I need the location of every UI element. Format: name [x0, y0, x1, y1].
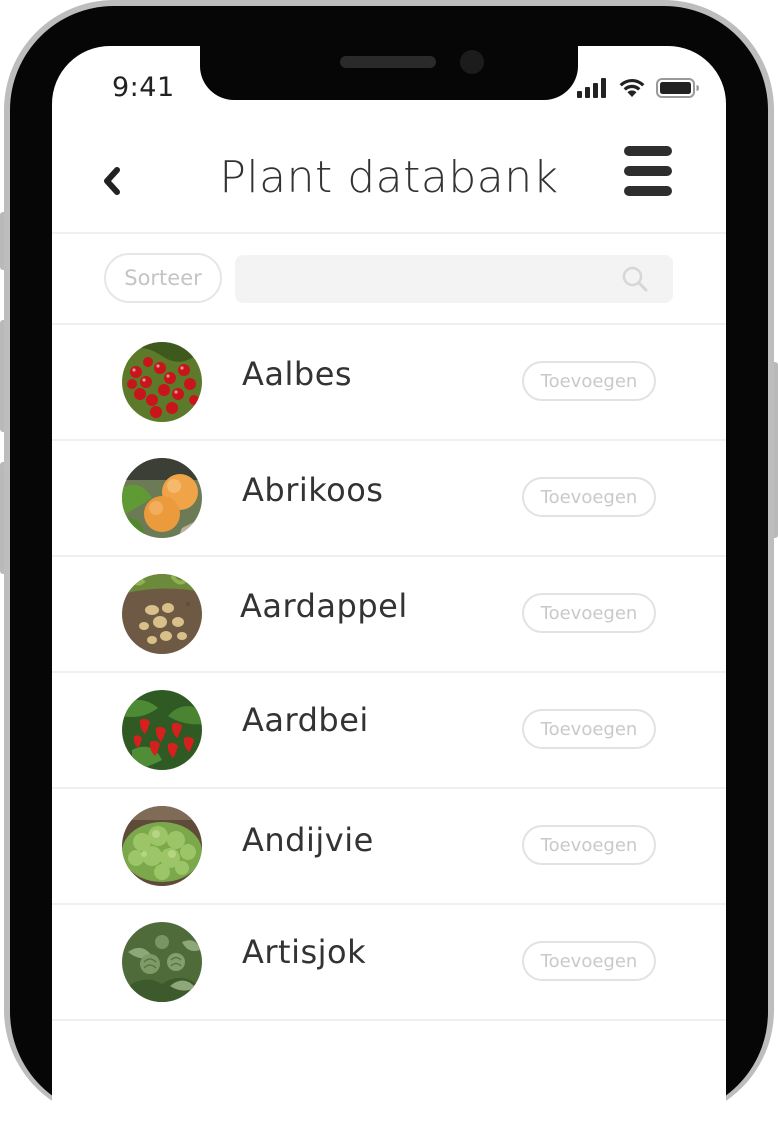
- search-field[interactable]: [235, 255, 673, 303]
- apricot-image: [122, 458, 202, 538]
- list-item-partial: [52, 1019, 726, 1126]
- add-button[interactable]: Toevoegen: [522, 709, 656, 749]
- add-button[interactable]: Toevoegen: [522, 477, 656, 517]
- potato-image: [122, 574, 202, 654]
- list-item[interactable]: Aalbes Toevoegen: [52, 323, 726, 439]
- add-button[interactable]: Toevoegen: [522, 941, 656, 981]
- plant-name: Andijvie: [242, 821, 374, 859]
- strawberry-image: [122, 690, 202, 770]
- plant-name: Aardbei: [242, 701, 369, 739]
- add-button[interactable]: Toevoegen: [522, 825, 656, 865]
- add-button[interactable]: Toevoegen: [522, 593, 656, 633]
- front-camera: [460, 50, 484, 74]
- plant-name: Artisjok: [242, 933, 367, 971]
- phone-notch: [200, 46, 578, 100]
- artichoke-image: [122, 922, 202, 1002]
- plant-name: Abrikoos: [242, 471, 384, 509]
- list-item[interactable]: Aardappel Toevoegen: [52, 555, 726, 671]
- red-currant-image: [122, 342, 202, 422]
- add-button[interactable]: Toevoegen: [522, 361, 656, 401]
- header-divider: [52, 232, 726, 234]
- hamburger-menu-button[interactable]: [622, 146, 674, 198]
- hamburger-menu-bar: [624, 166, 672, 176]
- plant-name: Aalbes: [242, 355, 353, 393]
- list-item[interactable]: Aardbei Toevoegen: [52, 671, 726, 787]
- list-item[interactable]: Abrikoos Toevoegen: [52, 439, 726, 555]
- app-screen: 9:41 Plant databank Sorteer Aalbes Toevo…: [52, 46, 726, 1126]
- sort-button[interactable]: Sorteer: [104, 253, 222, 303]
- hamburger-menu-icon: [624, 146, 672, 156]
- list-item[interactable]: Artisjok Toevoegen: [52, 903, 726, 1019]
- status-time: 9:41: [112, 72, 175, 103]
- list-item[interactable]: Andijvie Toevoegen: [52, 787, 726, 903]
- hamburger-menu-bar: [624, 186, 672, 196]
- endive-image: [122, 806, 202, 886]
- earpiece-speaker: [340, 56, 436, 68]
- search-input[interactable]: [235, 255, 633, 303]
- search-icon[interactable]: [621, 265, 649, 293]
- plant-list: Aalbes Toevoegen Abrikoos Toevoegen Aard…: [52, 323, 726, 1126]
- wifi-icon: [619, 79, 645, 97]
- status-icons: [576, 78, 700, 98]
- plant-name: Aardappel: [240, 587, 408, 625]
- battery-icon: [656, 78, 699, 98]
- cellular-signal-icon: [577, 78, 606, 98]
